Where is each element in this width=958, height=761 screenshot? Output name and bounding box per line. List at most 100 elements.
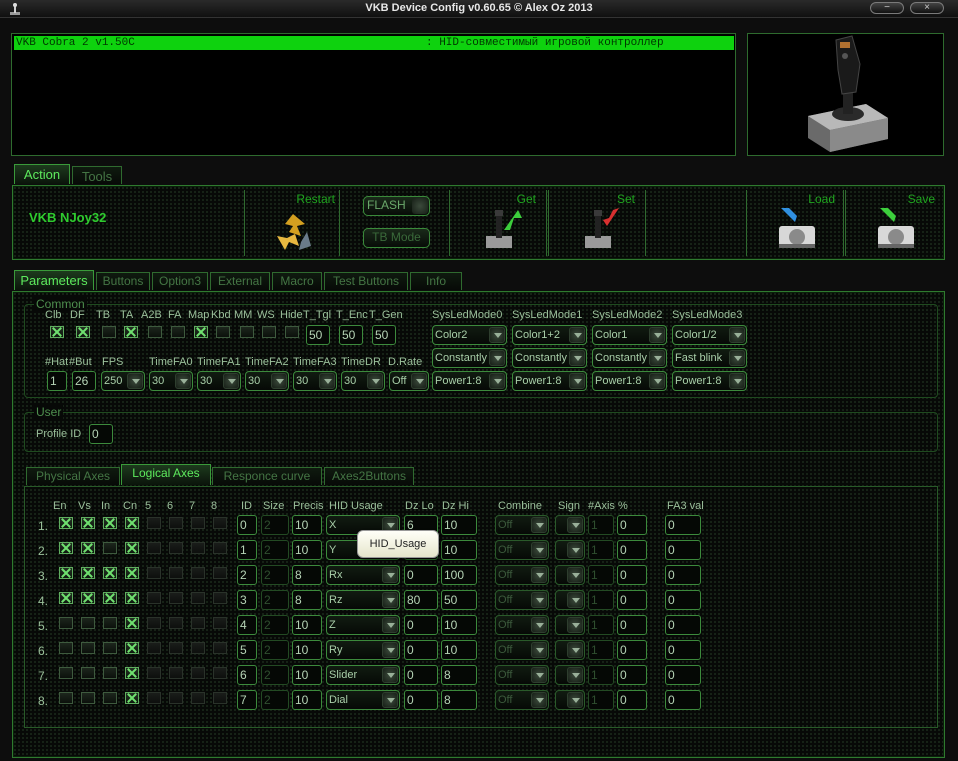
timedr-select[interactable]: 30: [341, 371, 385, 391]
axis-fa3-input[interactable]: 0: [665, 590, 701, 610]
sysled3-power-select[interactable]: Power1:8: [672, 371, 747, 391]
flag-checkbox-map[interactable]: [194, 326, 208, 338]
flag-checkbox-fa[interactable]: [171, 326, 185, 338]
axis-checkbox-cn[interactable]: [125, 642, 139, 654]
axis-checkbox-vs[interactable]: [81, 542, 95, 554]
t-tgl-input[interactable]: 50: [306, 325, 330, 345]
axis-precis-input[interactable]: 8: [292, 590, 322, 610]
flag-checkbox-kbd[interactable]: [216, 326, 230, 338]
axis-id-input[interactable]: 7: [237, 690, 257, 710]
axis-percent-input[interactable]: 0: [617, 690, 647, 710]
axis-id-input[interactable]: 2: [237, 565, 257, 585]
axis-fa3-input[interactable]: 0: [665, 540, 701, 560]
axis-checkbox-in[interactable]: [103, 567, 117, 579]
axis-dz-hi-input[interactable]: 100: [441, 565, 477, 585]
tab-tools[interactable]: Tools: [72, 166, 122, 184]
axis-checkbox-in[interactable]: [103, 692, 117, 704]
timefa0-select[interactable]: 30: [149, 371, 193, 391]
axis-percent-input[interactable]: 0: [617, 565, 647, 585]
axis-hid-usage-select[interactable]: Dial: [326, 690, 400, 710]
axis-hid-usage-select[interactable]: Rz: [326, 590, 400, 610]
axis-combine-select[interactable]: Off: [495, 640, 549, 660]
close-button[interactable]: ×: [910, 2, 944, 14]
axis-checkbox-en[interactable]: [59, 617, 73, 629]
axis-checkbox-en[interactable]: [59, 542, 73, 554]
tab-parameters[interactable]: Parameters: [14, 270, 94, 290]
axis-checkbox-en[interactable]: [59, 592, 73, 604]
axis-precis-input[interactable]: 10: [292, 690, 322, 710]
axis-id-input[interactable]: 4: [237, 615, 257, 635]
axis-checkbox-vs[interactable]: [81, 517, 95, 529]
t-gen-input[interactable]: 50: [372, 325, 396, 345]
axis-percent-input[interactable]: 0: [617, 590, 647, 610]
axis-checkbox-cn[interactable]: [125, 542, 139, 554]
axis-fa3-input[interactable]: 0: [665, 615, 701, 635]
axis-precis-input[interactable]: 10: [292, 540, 322, 560]
axis-checkbox-in[interactable]: [103, 517, 117, 529]
sysled0-power-select[interactable]: Power1:8: [432, 371, 507, 391]
axis-precis-input[interactable]: 8: [292, 565, 322, 585]
axis-combine-select[interactable]: Off: [495, 690, 549, 710]
save-button[interactable]: Save: [845, 190, 943, 256]
axis-checkbox-vs[interactable]: [81, 692, 95, 704]
axis-checkbox-cn[interactable]: [125, 567, 139, 579]
axis-fa3-input[interactable]: 0: [665, 640, 701, 660]
axis-dz-lo-input[interactable]: 80: [404, 590, 438, 610]
axis-checkbox-en[interactable]: [59, 567, 73, 579]
tab-action[interactable]: Action: [14, 164, 70, 184]
timefa2-select[interactable]: 30: [245, 371, 289, 391]
axis-hid-usage-select[interactable]: Slider: [326, 665, 400, 685]
sysled1-power-select[interactable]: Power1:8: [512, 371, 587, 391]
axis-percent-input[interactable]: 0: [617, 615, 647, 635]
axis-percent-input[interactable]: 0: [617, 640, 647, 660]
axis-dz-hi-input[interactable]: 50: [441, 590, 477, 610]
minimize-button[interactable]: −: [870, 2, 904, 14]
tab-external[interactable]: External: [210, 272, 270, 290]
title-bar[interactable]: VKB Device Config v0.60.65 © Alex Oz 201…: [0, 0, 958, 18]
axis-id-input[interactable]: 6: [237, 665, 257, 685]
flag-checkbox-ta[interactable]: [124, 326, 138, 338]
axis-dz-lo-input[interactable]: 0: [404, 640, 438, 660]
sysled3-mode-select[interactable]: Fast blink: [672, 348, 747, 368]
flag-checkbox-ws[interactable]: [262, 326, 276, 338]
axis-precis-input[interactable]: 10: [292, 615, 322, 635]
get-button[interactable]: Get: [449, 190, 547, 256]
axis-id-input[interactable]: 5: [237, 640, 257, 660]
axis-checkbox-en[interactable]: [59, 692, 73, 704]
axis-dz-hi-input[interactable]: 10: [441, 615, 477, 635]
axis-percent-input[interactable]: 0: [617, 515, 647, 535]
axis-dz-hi-input[interactable]: 10: [441, 540, 477, 560]
axis-checkbox-vs[interactable]: [81, 617, 95, 629]
axis-percent-input[interactable]: 0: [617, 665, 647, 685]
axis-combine-select[interactable]: Off: [495, 540, 549, 560]
axis-checkbox-cn[interactable]: [125, 517, 139, 529]
axis-checkbox-vs[interactable]: [81, 667, 95, 679]
axis-dz-hi-input[interactable]: 10: [441, 640, 477, 660]
tab-test-buttons[interactable]: Test Buttons: [324, 272, 408, 290]
tab-physical-axes[interactable]: Physical Axes: [26, 467, 120, 485]
axis-id-input[interactable]: 3: [237, 590, 257, 610]
axis-precis-input[interactable]: 10: [292, 640, 322, 660]
axis-dz-hi-input[interactable]: 8: [441, 665, 477, 685]
tab-logical-axes[interactable]: Logical Axes: [121, 464, 211, 485]
axis-fa3-input[interactable]: 0: [665, 690, 701, 710]
flag-checkbox-df[interactable]: [76, 326, 90, 338]
tab-macro[interactable]: Macro: [272, 272, 322, 290]
axis-checkbox-cn[interactable]: [125, 617, 139, 629]
axis-checkbox-vs[interactable]: [81, 567, 95, 579]
set-button[interactable]: Set: [548, 190, 646, 256]
axis-checkbox-in[interactable]: [103, 642, 117, 654]
axis-combine-select[interactable]: Off: [495, 615, 549, 635]
sysled1-color-select[interactable]: Color1+2: [512, 325, 587, 345]
axis-checkbox-cn[interactable]: [125, 667, 139, 679]
sysled0-mode-select[interactable]: Constantly: [432, 348, 507, 368]
axis-combine-select[interactable]: Off: [495, 590, 549, 610]
axis-precis-input[interactable]: 10: [292, 665, 322, 685]
device-console[interactable]: VKB Cobra 2 v1.50C: HID-совместимый игро…: [11, 33, 736, 156]
flag-checkbox-hide[interactable]: [285, 326, 299, 338]
flag-checkbox-a2b[interactable]: [148, 326, 162, 338]
axis-fa3-input[interactable]: 0: [665, 565, 701, 585]
axis-combine-select[interactable]: Off: [495, 565, 549, 585]
tb-mode-button[interactable]: TB Mode: [363, 228, 430, 248]
axis-dz-lo-input[interactable]: 0: [404, 615, 438, 635]
